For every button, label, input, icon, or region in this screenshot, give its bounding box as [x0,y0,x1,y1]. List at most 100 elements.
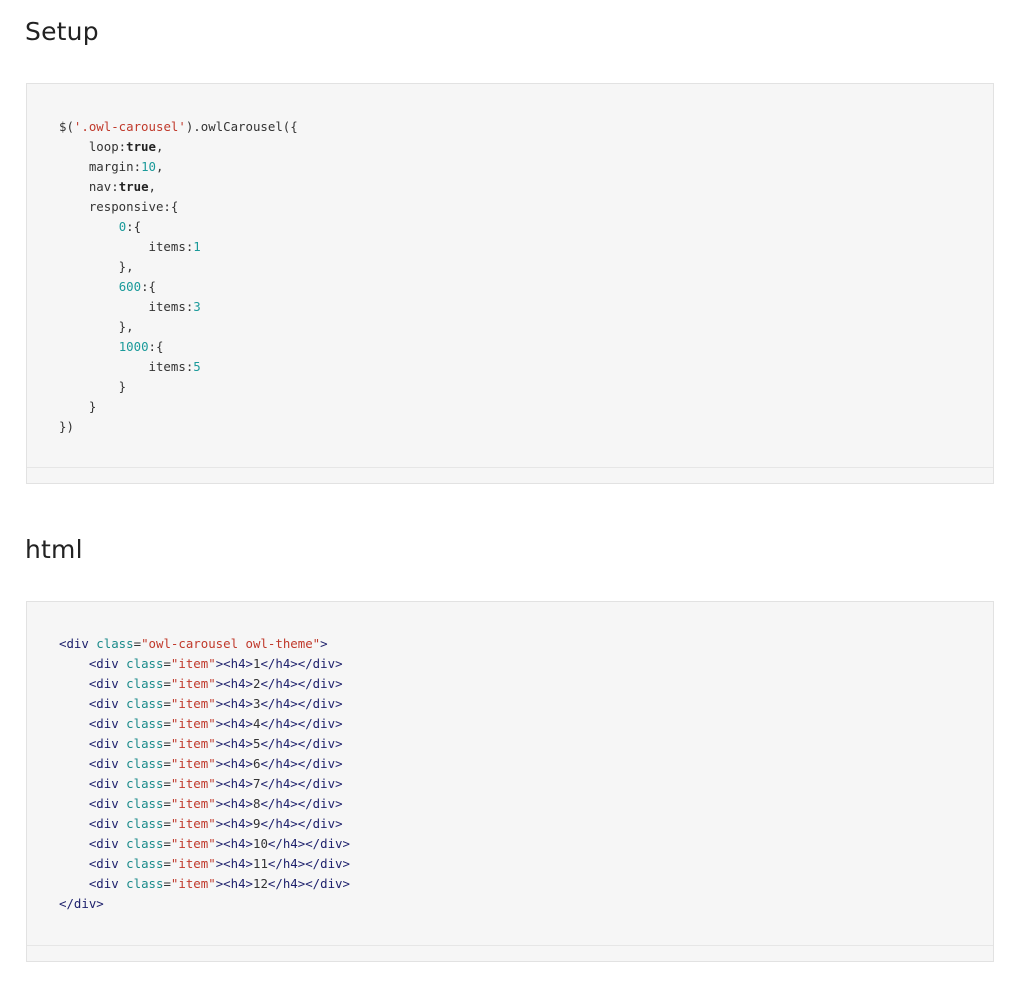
code-line: }) [59,417,298,437]
code-line: 0:{ [59,217,298,237]
code-token: </h4></div> [260,716,343,731]
code-line: <div class="item"><h4>4</h4></div> [59,714,350,734]
code-token: }) [59,419,74,434]
code-token: ><h4> [215,776,253,791]
code-line: <div class="item"><h4>2</h4></div> [59,674,350,694]
code-token: "item" [170,796,216,811]
code-token: "item" [170,716,216,731]
code-token: 11 [253,856,268,871]
html-code-scrollbar[interactable] [27,945,993,961]
code-token: ).owlCarousel({ [185,119,298,134]
code-token: 3 [193,299,201,314]
code-token: = [163,716,171,731]
html-code: <div class="owl-carousel owl-theme"> <di… [59,634,350,914]
code-token: 5 [193,359,201,374]
code-token: = [163,756,171,771]
code-token: <div [88,876,119,891]
code-line: <div class="item"><h4>10</h4></div> [59,834,350,854]
code-token: , [148,179,156,194]
code-line: </div> [59,894,350,914]
code-token: ><h4> [215,676,253,691]
code-line: } [59,397,298,417]
code-line: <div class="item"><h4>6</h4></div> [59,754,350,774]
code-token: ><h4> [215,716,253,731]
code-line: <div class="item"><h4>7</h4></div> [59,774,350,794]
code-token: </h4></div> [260,696,343,711]
code-token: class [118,716,164,731]
code-token: <div [88,836,119,851]
code-token: </h4></div> [260,796,343,811]
code-token: responsive:{ [59,199,179,214]
code-token: </div> [59,896,104,911]
code-line: $('.owl-carousel').owlCarousel({ [59,117,298,137]
code-token: class [118,776,164,791]
code-token: 1000 [118,339,149,354]
code-token: margin: [59,159,142,174]
code-token: } [59,399,97,414]
code-token: "owl-carousel owl-theme" [141,636,321,651]
code-token: </h4></div> [267,876,350,891]
code-token: "item" [170,836,216,851]
code-line: <div class="item"><h4>11</h4></div> [59,854,350,874]
code-token: class [118,736,164,751]
code-line: <div class="item"><h4>1</h4></div> [59,654,350,674]
code-token: "item" [170,756,216,771]
code-token: 12 [253,876,268,891]
code-line: responsive:{ [59,197,298,217]
code-token: = [163,656,171,671]
code-token: loop: [59,139,127,154]
code-token: }, [59,259,134,274]
code-token: class [118,696,164,711]
code-token: "item" [170,676,216,691]
code-token: class [118,676,164,691]
code-token: class [118,856,164,871]
code-token: $( [59,119,74,134]
code-token: = [163,736,171,751]
code-line: margin:10, [59,157,298,177]
code-token: true [126,139,156,154]
code-token: class [118,816,164,831]
code-line: <div class="item"><h4>8</h4></div> [59,794,350,814]
code-token: <div [88,676,119,691]
code-token: = [163,836,171,851]
code-line: 1000:{ [59,337,298,357]
setup-code-scrollbar[interactable] [27,467,993,483]
code-token: ><h4> [215,856,253,871]
code-token: "item" [170,776,216,791]
code-token: = [163,696,171,711]
code-token: ><h4> [215,756,253,771]
code-token: items: [59,359,194,374]
code-token: <div [88,696,119,711]
code-line: <div class="item"><h4>9</h4></div> [59,814,350,834]
code-token: = [163,816,171,831]
code-token: ><h4> [215,656,253,671]
code-token: '.owl-carousel' [73,119,186,134]
code-token: = [163,776,171,791]
code-token: <div [88,736,119,751]
code-line: loop:true, [59,137,298,157]
code-line: items:1 [59,237,298,257]
code-token: , [155,159,164,174]
code-token: class [118,756,164,771]
code-token: > [320,636,328,651]
code-token: = [163,796,171,811]
code-token: = [163,676,171,691]
code-token: items: [59,299,194,314]
code-token: <div [88,776,119,791]
code-line: }, [59,317,298,337]
code-token: </h4></div> [260,736,343,751]
code-token: :{ [148,339,164,354]
code-token: items: [59,239,194,254]
code-token: ><h4> [215,836,253,851]
html-code-block: <div class="owl-carousel owl-theme"> <di… [26,601,994,962]
code-token: "item" [170,736,216,751]
code-token: </h4></div> [260,776,343,791]
